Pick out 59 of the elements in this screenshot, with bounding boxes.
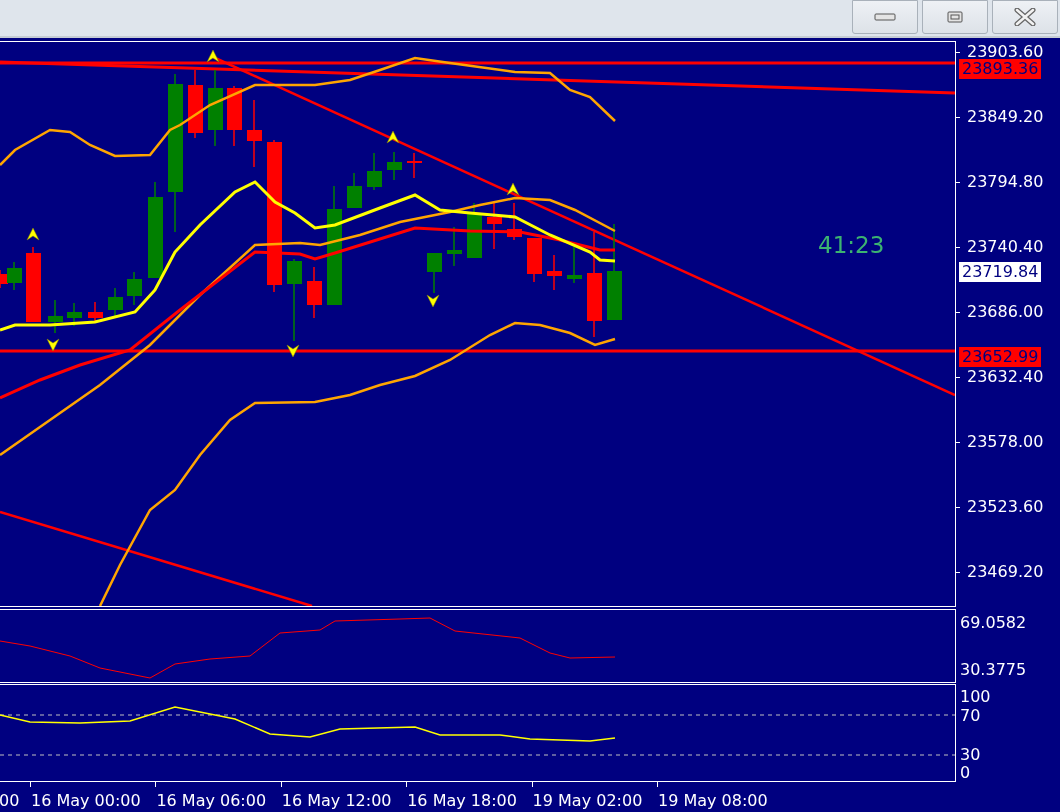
candlestick	[507, 202, 522, 241]
indicator-value-label: 30.3775	[960, 660, 1027, 680]
candlestick	[567, 246, 582, 284]
candlestick	[547, 254, 562, 291]
fractal-arrow-icon	[206, 49, 220, 63]
maximize-button[interactable]	[922, 0, 988, 34]
fractal-arrow-icon	[506, 182, 520, 196]
candlestick	[487, 202, 502, 250]
close-button[interactable]	[992, 0, 1058, 34]
candlestick	[67, 302, 82, 327]
price-label: 23794.80	[966, 172, 1044, 192]
maximize-icon	[947, 11, 963, 23]
fractal-arrow-icon	[26, 227, 40, 241]
indicator-level-label: 100	[960, 688, 991, 706]
candlestick	[48, 299, 63, 334]
time-label: 16 May 18:00	[407, 791, 517, 811]
candlestick	[188, 69, 203, 139]
minimize-button[interactable]	[852, 0, 918, 34]
price-label: 23578.00	[966, 432, 1044, 452]
candlestick	[347, 172, 362, 209]
time-label: 16 May 12:00	[281, 791, 392, 811]
candlestick	[127, 271, 142, 306]
time-label: 00	[0, 791, 20, 811]
time-label: 16 May 00:00	[31, 791, 141, 811]
price-label: 23893.36	[959, 59, 1042, 79]
candlestick	[527, 237, 542, 283]
fractal-arrow-icon	[286, 344, 300, 358]
price-label: 23740.40	[966, 237, 1044, 257]
price-label: 23523.60	[966, 497, 1044, 517]
candlestick	[247, 99, 262, 168]
fractal-arrow-icon	[386, 130, 400, 144]
candlestick	[387, 151, 402, 181]
fractal-arrow-icon	[426, 294, 440, 308]
price-label: 23686.00	[966, 302, 1044, 322]
candlestick	[407, 152, 422, 179]
indicator-level-label: 30	[960, 746, 981, 764]
indicator-level-label: 0	[960, 764, 971, 782]
indicator-value-label: 69.0582	[960, 613, 1027, 633]
close-icon	[1014, 8, 1036, 26]
price-label: 23632.40	[966, 367, 1044, 387]
candlestick	[447, 226, 462, 267]
time-label: 19 May 08:00	[658, 791, 768, 811]
fractal-arrow-icon	[46, 338, 60, 352]
time-label: 19 May 02:00	[532, 791, 643, 811]
countdown-timer: 41:23	[818, 231, 885, 260]
price-label: 23469.20	[966, 562, 1044, 582]
price-label: 23849.20	[966, 107, 1044, 127]
candlestick	[108, 287, 123, 317]
candlestick	[227, 85, 242, 147]
candlestick	[427, 252, 442, 294]
price-label: 23652.99	[959, 347, 1042, 367]
candlestick	[88, 301, 103, 323]
indicator-level-label: 70	[960, 707, 981, 725]
candlestick	[307, 266, 322, 319]
price-label: 23903.60	[966, 42, 1044, 62]
time-label: 16 May 06:00	[156, 791, 267, 811]
price-label: 23719.84	[959, 262, 1042, 282]
candlestick	[367, 152, 382, 191]
minimize-icon	[874, 13, 896, 21]
